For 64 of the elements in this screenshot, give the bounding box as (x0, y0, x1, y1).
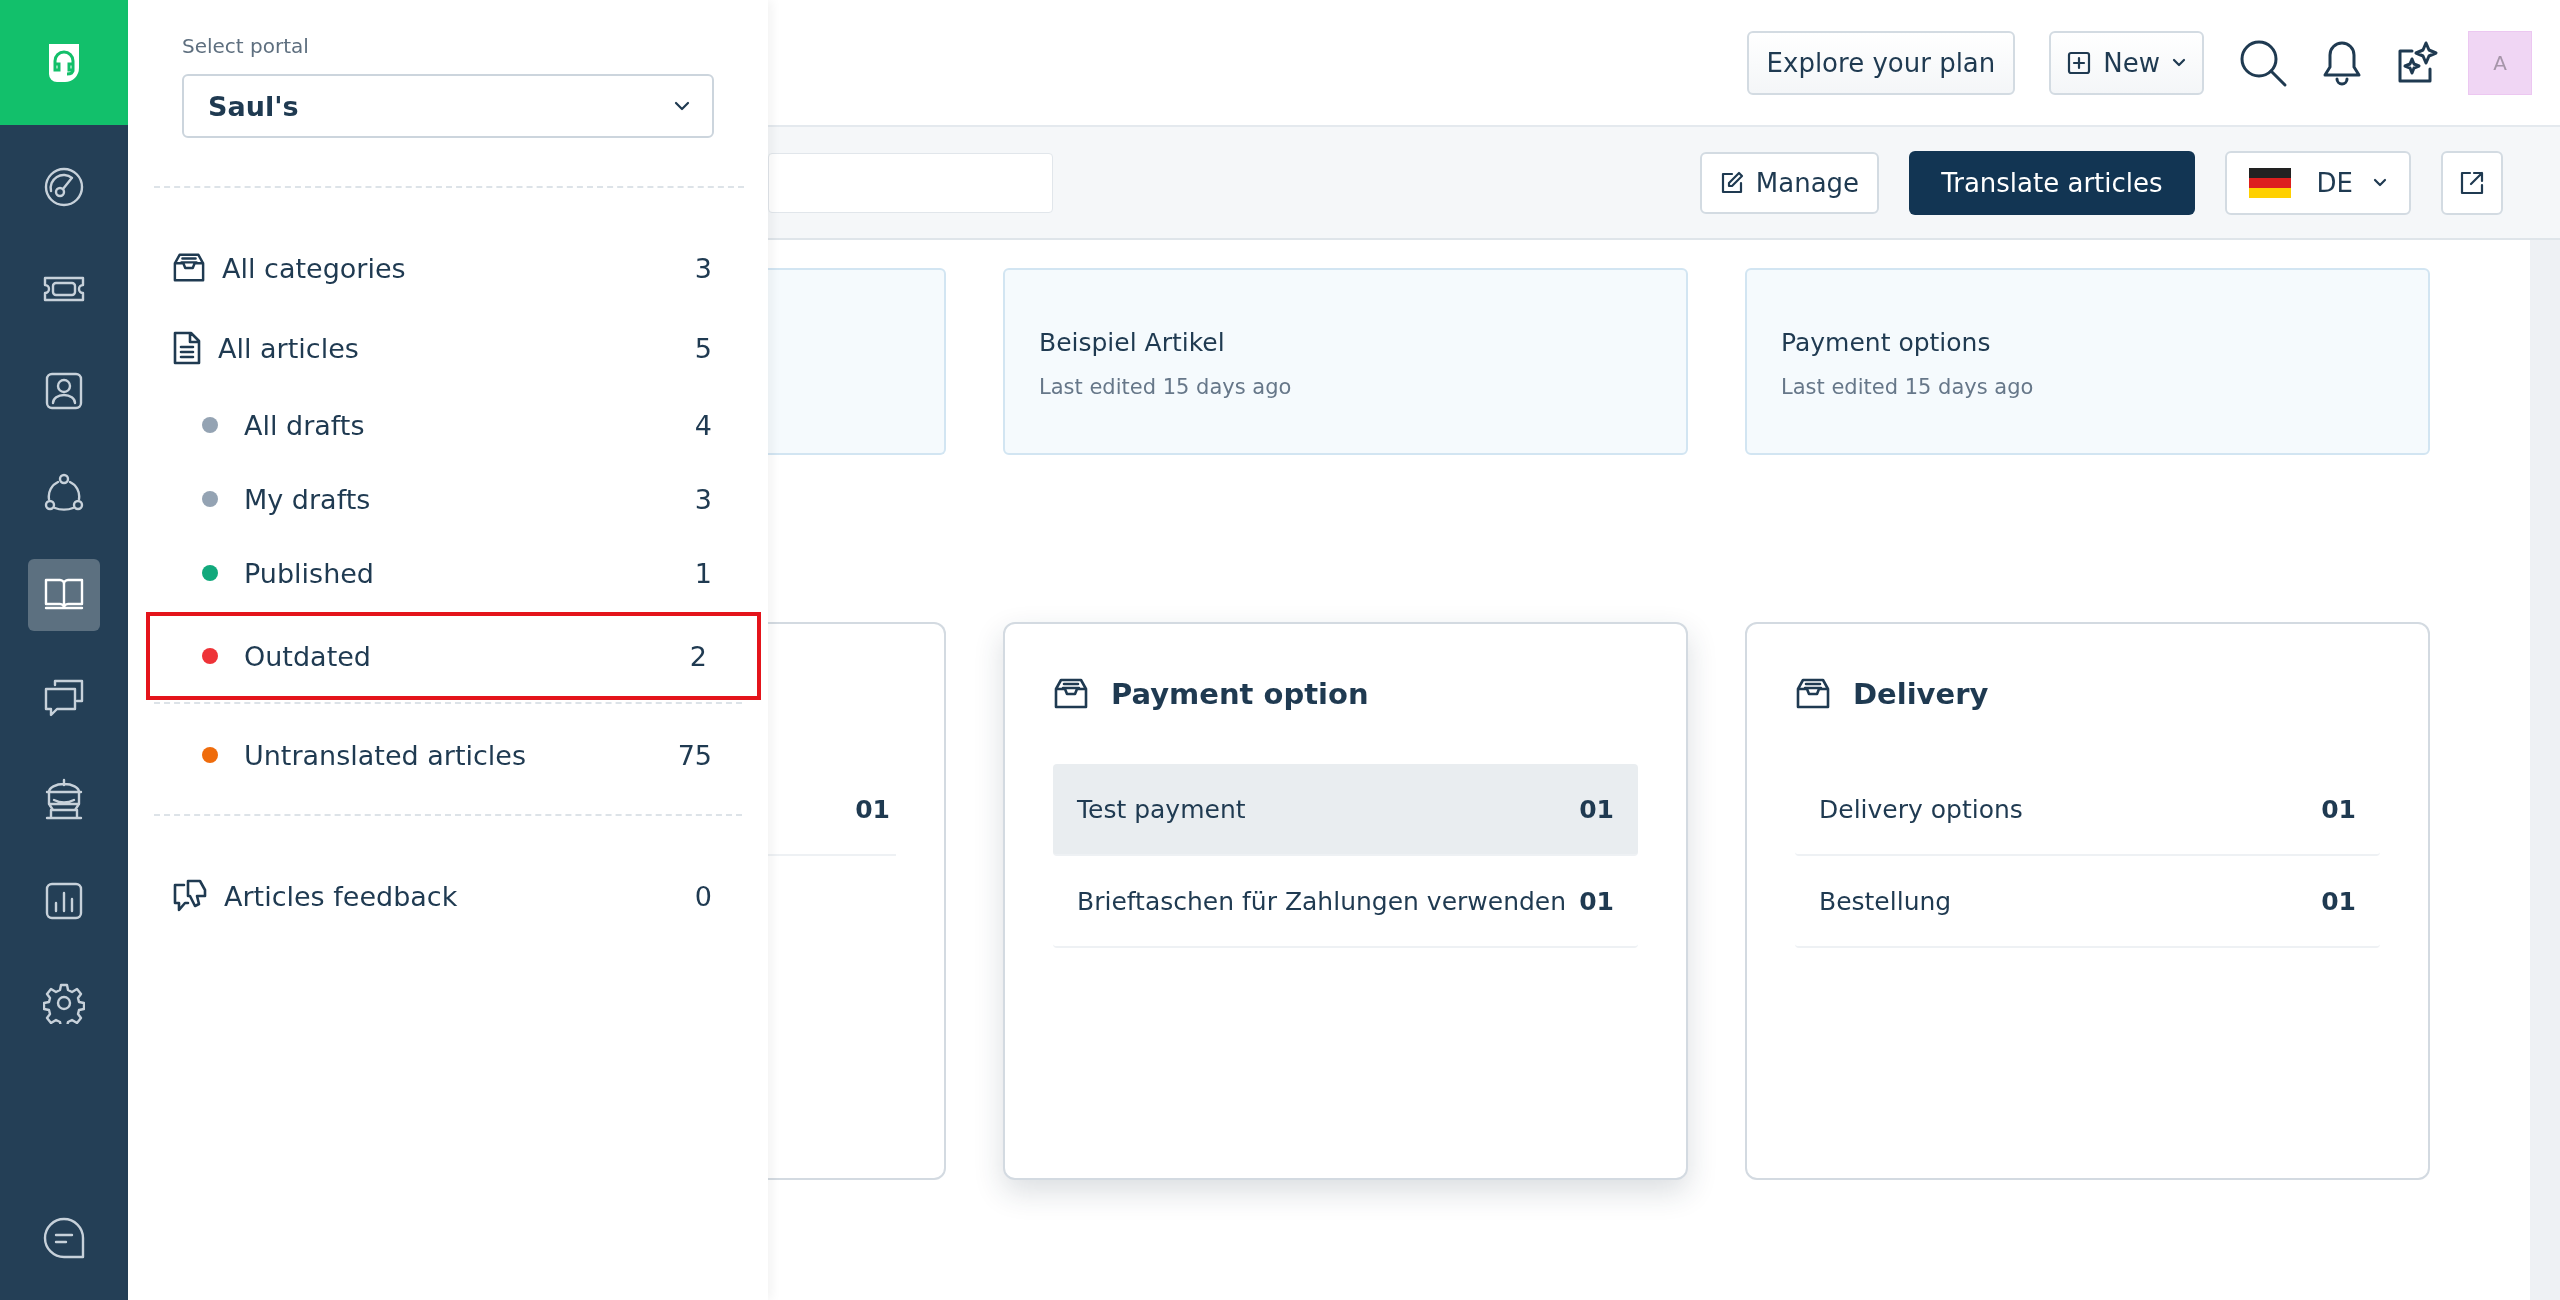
last-edited-text: Last edited 15 days ago (1039, 375, 1293, 399)
panel-list-item[interactable]: Outdated 2 (150, 616, 757, 696)
open-external-button[interactable] (2441, 150, 2503, 215)
category-article-row[interactable]: Delivery options 01 (1795, 764, 2380, 856)
item-count: 3 (694, 483, 712, 515)
chevron-down-icon (2373, 177, 2387, 188)
category-card[interactable]: 01 (768, 622, 946, 1180)
panel-list-item[interactable]: Untranslated articles 75 (172, 718, 762, 792)
item-count: 4 (694, 409, 712, 441)
external-link-icon (2459, 169, 2485, 196)
panel-list-item[interactable]: All categories 3 (172, 228, 762, 308)
inbox-icon (1053, 677, 1089, 711)
panel-list-item[interactable]: Articles feedback 0 (172, 856, 762, 936)
translate-articles-button[interactable]: Translate articles (1909, 150, 2195, 215)
document-icon (172, 330, 202, 366)
item-count: 1 (694, 557, 712, 589)
article-card[interactable]: Payment options Last edited 15 days ago (1745, 268, 2430, 455)
category-card[interactable]: Delivery Delivery options 01 Bestellung 01 (1745, 622, 2430, 1180)
item-count: 0 (694, 880, 712, 912)
portal-dropdown[interactable]: Saul's (182, 74, 714, 138)
article-title: Payment options (1781, 328, 1992, 357)
new-button[interactable]: New (2049, 30, 2204, 95)
settings-icon (43, 982, 85, 1024)
network-icon (43, 472, 85, 514)
item-count: 2 (689, 640, 707, 672)
category-card[interactable]: Payment option Test payment 01 Brieftaschen für Zahlungen verwenden 01 (1003, 622, 1688, 1180)
search-field[interactable] (768, 152, 1053, 213)
sparkle-icon[interactable] (2396, 40, 2440, 85)
gauge-icon (43, 166, 85, 208)
chat-bubbles-icon (43, 677, 85, 717)
nav-item[interactable] (28, 559, 100, 631)
manage-button[interactable]: Manage (1699, 151, 1880, 214)
chat-bubble-icon[interactable] (42, 1216, 86, 1260)
category-article-row[interactable]: Bestellung 01 (1795, 856, 2380, 948)
category-article-row[interactable]: Brieftaschen für Zahlungen verwenden 01 (1053, 856, 1638, 948)
chevron-down-icon (674, 101, 690, 111)
thumbs-down-feedback-icon (172, 879, 208, 913)
item-count: 3 (694, 252, 712, 284)
flag-icon (2248, 167, 2291, 198)
logo-tile[interactable] (0, 0, 128, 125)
panel-list-item[interactable]: All drafts 4 (172, 388, 762, 462)
robot-icon (43, 778, 85, 820)
contact-card-icon (44, 371, 84, 411)
explore-plan-button[interactable]: Explore your plan (1746, 30, 2016, 95)
panel-list-item[interactable]: My drafts 3 (172, 462, 762, 536)
panel-list-item[interactable]: Published 1 (172, 536, 762, 610)
bell-icon[interactable] (2322, 39, 2362, 86)
last-edited-text: Last edited 15 days ago (1781, 375, 2035, 399)
article-card[interactable]: Beispiel Artikel Last edited 15 days ago (1003, 268, 1688, 455)
edit-icon (1719, 170, 1744, 195)
bar-chart-icon (44, 881, 84, 921)
category-title: Payment option (1111, 677, 1369, 711)
inbox-icon (172, 252, 206, 284)
panel-list-item[interactable]: All articles 5 (172, 308, 762, 388)
category-article-row[interactable]: Test payment 01 (1053, 764, 1638, 856)
select-portal-label: Select portal (182, 34, 310, 58)
chevron-down-icon (2172, 57, 2186, 68)
inbox-icon (1795, 677, 1831, 711)
category-title: Delivery (1853, 677, 1989, 711)
article-title: Beispiel Artikel (1039, 328, 1226, 357)
item-count: 75 (677, 739, 712, 771)
item-count: 5 (694, 332, 712, 364)
plus-square-icon (2067, 50, 2092, 75)
language-dropdown[interactable]: DE (2224, 150, 2411, 215)
